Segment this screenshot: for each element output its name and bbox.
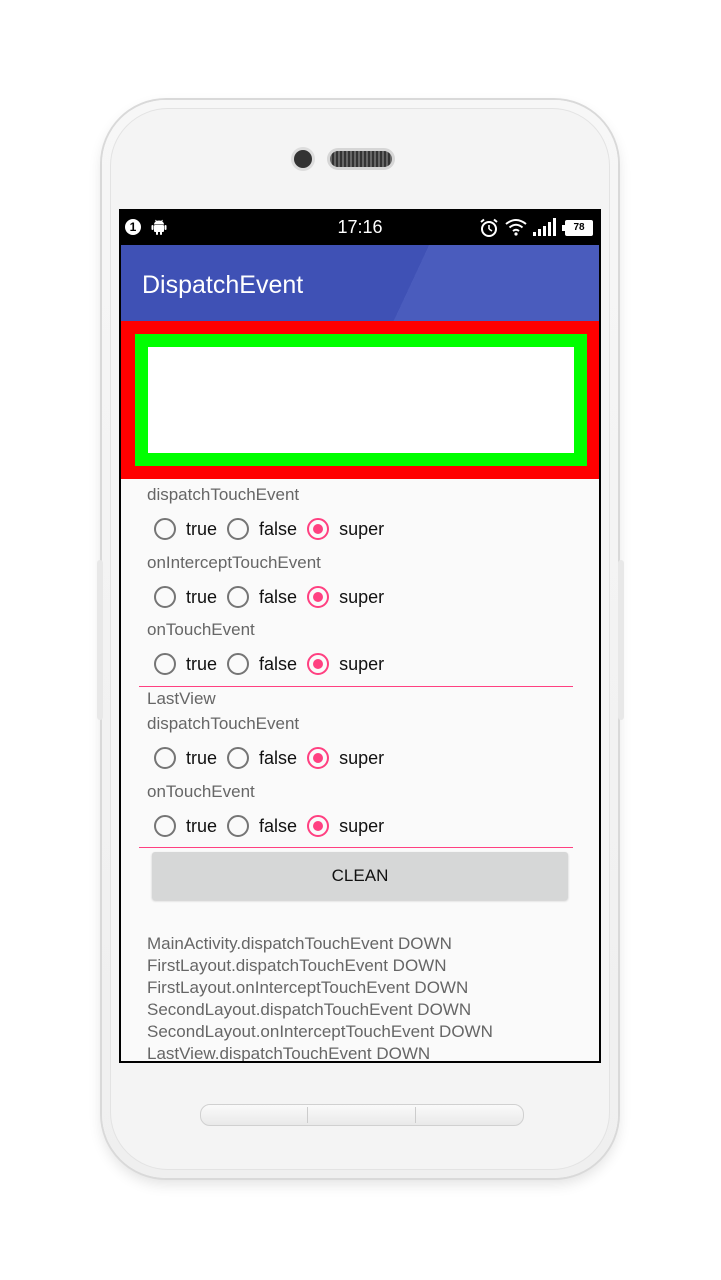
phone-side-button-left	[97, 560, 103, 720]
radio-false[interactable]	[227, 747, 250, 769]
section-divider	[139, 847, 573, 848]
radio-true[interactable]	[154, 518, 176, 540]
status-time: 17:16	[337, 217, 383, 237]
section-label: dispatchTouchEvent	[147, 714, 300, 733]
radio-false-label: false	[259, 653, 298, 674]
home-button-divider	[415, 1107, 416, 1123]
radio-false[interactable]	[227, 586, 250, 608]
radio-true-label: true	[186, 815, 218, 836]
phone-side-button-right	[618, 560, 624, 720]
section-label: onTouchEvent	[147, 620, 255, 639]
app-toolbar: DispatchEvent	[121, 245, 599, 321]
radio-false-label: false	[259, 815, 298, 836]
last-view-box[interactable]	[148, 347, 574, 453]
radio-true[interactable]	[154, 586, 176, 608]
main-content: dispatchTouchEvent true false super onIn…	[121, 321, 599, 1061]
radio-group: true false super	[154, 649, 394, 679]
radio-false-label: false	[259, 747, 298, 768]
battery-icon: 78	[562, 220, 593, 236]
radio-group: true false super	[154, 743, 394, 773]
radio-super[interactable]	[307, 747, 330, 769]
alarm-icon	[480, 218, 498, 237]
event-log: MainActivity.dispatchTouchEvent DOWN Fir…	[147, 933, 493, 1061]
second-layout-box[interactable]	[135, 334, 587, 466]
radio-super[interactable]	[307, 586, 330, 608]
radio-false-label: false	[259, 586, 298, 607]
radio-super[interactable]	[307, 815, 330, 837]
radio-super-label: super	[339, 518, 385, 539]
home-button[interactable]	[200, 1104, 524, 1126]
section-label: onTouchEvent	[147, 782, 255, 801]
front-camera-icon	[294, 150, 312, 168]
radio-false[interactable]	[227, 518, 250, 540]
radio-super-label: super	[339, 747, 385, 768]
radio-false[interactable]	[227, 653, 250, 675]
app-title: DispatchEvent	[142, 271, 304, 299]
radio-true-label: true	[186, 518, 218, 539]
last-view-header: LastView	[147, 689, 216, 708]
radio-true-label: true	[186, 747, 218, 768]
radio-super[interactable]	[307, 653, 330, 675]
radio-false[interactable]	[227, 815, 250, 837]
status-bar: 1 17:16 78	[119, 209, 601, 245]
radio-group: true false super	[154, 811, 394, 841]
section-label: onInterceptTouchEvent	[147, 553, 321, 572]
radio-super-label: super	[339, 653, 385, 674]
radio-group: true false super	[154, 514, 394, 544]
section-label: dispatchTouchEvent	[147, 485, 300, 504]
radio-false-label: false	[259, 518, 298, 539]
log-line: MainActivity.dispatchTouchEvent DOWN	[147, 934, 452, 953]
clean-button[interactable]: CLEAN	[152, 852, 568, 900]
cellular-signal-icon	[533, 218, 556, 236]
wifi-icon	[505, 219, 527, 236]
radio-true[interactable]	[154, 815, 176, 837]
radio-super-label: super	[339, 815, 385, 836]
earpiece-speaker	[330, 151, 392, 167]
radio-super-label: super	[339, 586, 385, 607]
log-line: LastView.dispatchTouchEvent DOWN	[147, 1044, 431, 1061]
radio-true-label: true	[186, 586, 218, 607]
home-button-divider	[307, 1107, 308, 1123]
radio-group: true false super	[154, 582, 394, 612]
radio-super[interactable]	[307, 518, 330, 540]
phone-screen: 1 17:16 78 DispatchEvent dispatchTouchEv…	[119, 209, 601, 1063]
log-line: SecondLayout.onInterceptTouchEvent DOWN	[147, 1022, 493, 1041]
log-line: FirstLayout.dispatchTouchEvent DOWN	[147, 956, 447, 975]
radio-true-label: true	[186, 653, 218, 674]
radio-true[interactable]	[154, 653, 176, 675]
log-line: SecondLayout.dispatchTouchEvent DOWN	[147, 1000, 472, 1019]
section-divider	[139, 686, 573, 687]
radio-true[interactable]	[154, 747, 176, 769]
first-layout-box[interactable]	[121, 321, 599, 479]
log-line: FirstLayout.onInterceptTouchEvent DOWN	[147, 978, 469, 997]
